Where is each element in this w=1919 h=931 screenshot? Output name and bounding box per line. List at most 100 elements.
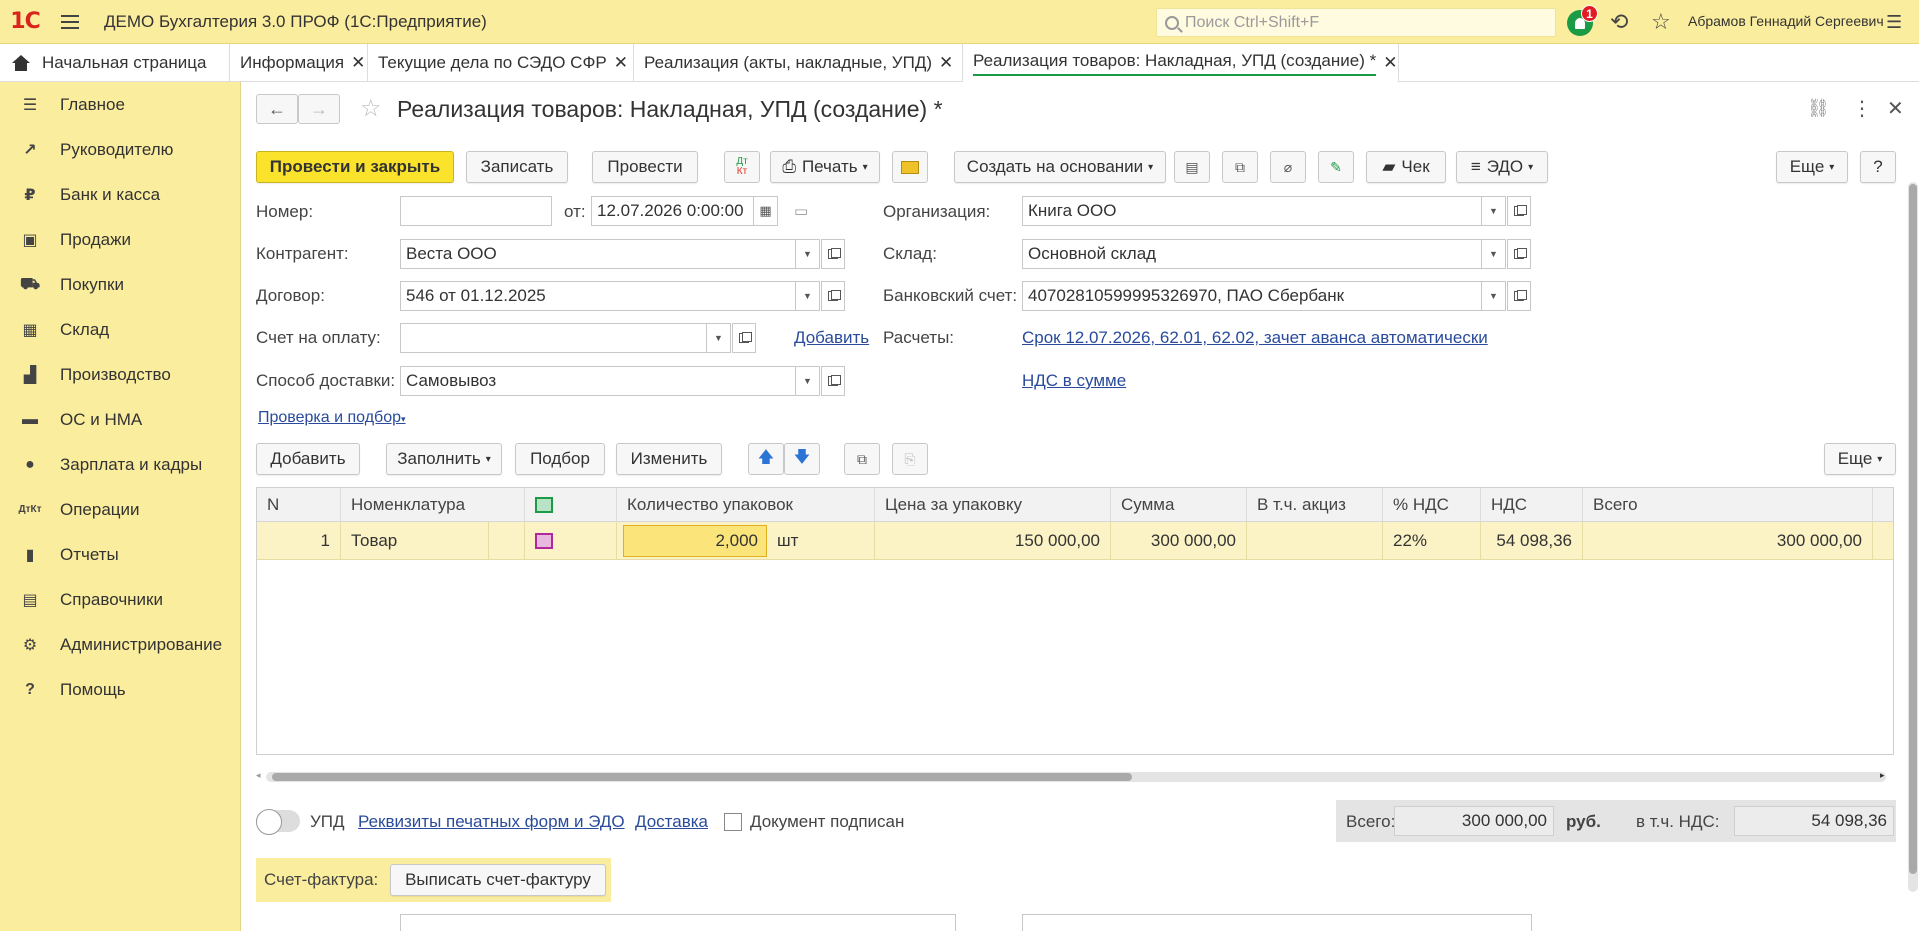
upd-toggle[interactable] <box>256 809 300 835</box>
vat-in-sum-link[interactable]: НДС в сумме <box>1022 371 1126 391</box>
horizontal-scrollbar[interactable] <box>266 772 1886 782</box>
tab-sales-create[interactable]: Реализация товаров: Накладная, УПД (созд… <box>963 44 1399 82</box>
col-vat[interactable]: НДС <box>1481 488 1583 522</box>
close-icon[interactable]: ✕ <box>351 53 365 73</box>
comment-icon[interactable]: ▭ <box>794 202 808 220</box>
calendar-icon[interactable]: ▦ <box>753 197 777 225</box>
col-nomenclature[interactable]: Номенклатура <box>341 488 525 522</box>
col-price[interactable]: Цена за упаковку <box>875 488 1111 522</box>
add-row-button[interactable]: Добавить <box>256 443 360 475</box>
chevron-down-icon[interactable]: ▼ <box>795 367 819 395</box>
sidebar-item-catalogs[interactable]: ▤ Справочники <box>0 577 240 622</box>
sidebar-item-manager[interactable]: ↗ Руководителю <box>0 127 240 172</box>
chevron-down-icon[interactable]: ▼ <box>1481 282 1505 310</box>
signature-icon[interactable]: ✎ <box>1318 151 1354 183</box>
delivery-input[interactable]: Самовывоз ▼ <box>400 366 820 396</box>
sidebar-item-salary[interactable]: ● Зарплата и кадры <box>0 442 240 487</box>
bank-input[interactable]: 40702810599995326970, ПАО Сбербанк ▼ <box>1022 281 1506 311</box>
col-excise[interactable]: В т.ч. акциз <box>1247 488 1383 522</box>
link-icon[interactable]: ⛓ <box>1807 98 1830 119</box>
check-and-pick-link[interactable]: Проверка и подбор▾ <box>258 409 406 427</box>
sidebar-item-warehouse[interactable]: ▦ Склад <box>0 307 240 352</box>
chevron-down-icon[interactable]: ▼ <box>706 324 730 352</box>
tab-current-tasks[interactable]: Текущие дела по СЭДО СФР ✕ <box>368 44 634 82</box>
history-icon[interactable]: ⟲ <box>1610 10 1628 34</box>
col-vat-rate[interactable]: % НДС <box>1383 488 1481 522</box>
dt-kt-button[interactable]: Дт Кт <box>724 151 760 183</box>
attachment-icon[interactable]: ⌀ <box>1270 151 1306 183</box>
paste-icon[interactable]: ⎘ <box>892 443 928 475</box>
more-button[interactable]: Еще ▾ <box>1776 151 1848 183</box>
post-button[interactable]: Провести <box>592 151 698 183</box>
sidebar-item-help[interactable]: ? Помощь <box>0 667 240 712</box>
partial-field-right[interactable] <box>1022 914 1532 931</box>
print-details-link[interactable]: Реквизиты печатных форм и ЭДО <box>358 812 625 832</box>
cell-total[interactable]: 300 000,00 <box>1583 522 1873 560</box>
col-total[interactable]: Всего <box>1583 488 1873 522</box>
issue-invoice-button[interactable]: Выписать счет-фактуру <box>390 864 606 896</box>
post-and-close-button[interactable]: Провести и закрыть <box>256 151 454 183</box>
calc-link[interactable]: Срок 12.07.2026, 62.01, 62.02, зачет ава… <box>1022 328 1488 348</box>
table-more-button[interactable]: Еще ▾ <box>1824 443 1896 475</box>
cell-sum[interactable]: 300 000,00 <box>1111 522 1247 560</box>
check-button[interactable]: ▰ Чек <box>1366 151 1446 183</box>
sidebar-item-assets[interactable]: ▬ ОС и НМА <box>0 397 240 442</box>
user-name[interactable]: Абрамов Геннадий Сергеевич <box>1688 13 1884 29</box>
col-sum[interactable]: Сумма <box>1111 488 1247 522</box>
chevron-down-icon[interactable]: ▼ <box>1481 197 1505 225</box>
close-form-icon[interactable]: ✕ <box>1887 96 1904 121</box>
forward-arrow-icon[interactable]: → <box>298 94 340 124</box>
chevron-down-icon[interactable]: ▼ <box>795 282 819 310</box>
col-n[interactable]: N <box>257 488 341 522</box>
cell-vat[interactable]: 54 098,36 <box>1481 522 1583 560</box>
edo-button[interactable]: ≡ ЭДО ▾ <box>1456 151 1548 183</box>
email-icon[interactable] <box>892 151 928 183</box>
open-contract-icon[interactable] <box>821 281 845 311</box>
sidebar-item-admin[interactable]: ⚙ Администрирование <box>0 622 240 667</box>
cell-vat-rate[interactable]: 22% <box>1383 522 1481 560</box>
partial-field-left[interactable] <box>400 914 956 931</box>
sidebar-item-production[interactable]: ▟ Производство <box>0 352 240 397</box>
signed-checkbox[interactable] <box>724 813 742 831</box>
favorite-star-icon[interactable]: ☆ <box>360 94 382 123</box>
close-icon[interactable]: ✕ <box>1383 53 1397 73</box>
sidebar-item-bank[interactable]: ₽ Банк и касса <box>0 172 240 217</box>
scroll-right-icon[interactable]: ▸ <box>1880 770 1885 781</box>
open-delivery-icon[interactable] <box>821 366 845 396</box>
scroll-thumb[interactable] <box>1909 184 1917 874</box>
open-contractor-icon[interactable] <box>821 239 845 269</box>
notifications-bell-icon[interactable]: 1 <box>1567 5 1598 36</box>
qty-input[interactable]: 2,000 <box>623 525 767 557</box>
invoice-input[interactable]: ▼ <box>400 323 731 353</box>
scroll-thumb[interactable] <box>272 773 1132 781</box>
app-logo[interactable]: 1С <box>0 0 50 44</box>
col-qty[interactable]: Количество упаковок <box>617 488 875 522</box>
tab-home[interactable]: Начальная страница <box>0 44 230 82</box>
save-button[interactable]: Записать <box>466 151 568 183</box>
tab-sales-list[interactable]: Реализация (акты, накладные, УПД) ✕ <box>634 44 963 82</box>
add-invoice-link[interactable]: Добавить <box>794 328 869 348</box>
cell-item[interactable]: Товар <box>341 522 489 560</box>
number-input[interactable] <box>400 196 552 226</box>
open-invoice-icon[interactable] <box>732 323 756 353</box>
scroll-left-icon[interactable]: ◂ <box>256 770 261 781</box>
back-arrow-icon[interactable]: ← <box>256 94 298 124</box>
cell-packaging[interactable] <box>525 522 617 560</box>
print-button[interactable]: ⎙ Печать ▾ <box>770 151 880 183</box>
document-list-icon[interactable]: ▤ <box>1174 151 1210 183</box>
close-icon[interactable]: ✕ <box>614 53 628 73</box>
close-icon[interactable]: ✕ <box>939 53 953 73</box>
table-row[interactable]: 1 Товар 2,000 шт 150 000,00 300 000,00 2… <box>257 522 1893 560</box>
move-down-arrow-icon[interactable]: 🡇 <box>784 443 820 475</box>
pick-button[interactable]: Подбор <box>515 443 605 475</box>
delivery-link[interactable]: Доставка <box>635 812 708 832</box>
sidebar-item-operations[interactable]: ДтКт Операции <box>0 487 240 532</box>
menu-icon[interactable] <box>50 14 90 29</box>
copy-icon[interactable]: ⧉ <box>844 443 880 475</box>
sidebar-item-sales[interactable]: ▣ Продажи <box>0 217 240 262</box>
chevron-down-icon[interactable]: ▼ <box>795 240 819 268</box>
more-vertical-icon[interactable]: ⋮ <box>1852 96 1872 121</box>
move-up-arrow-icon[interactable]: 🡅 <box>748 443 784 475</box>
sidebar-item-reports[interactable]: ▮ Отчеты <box>0 532 240 577</box>
contractor-input[interactable]: Веста ООО ▼ <box>400 239 820 269</box>
